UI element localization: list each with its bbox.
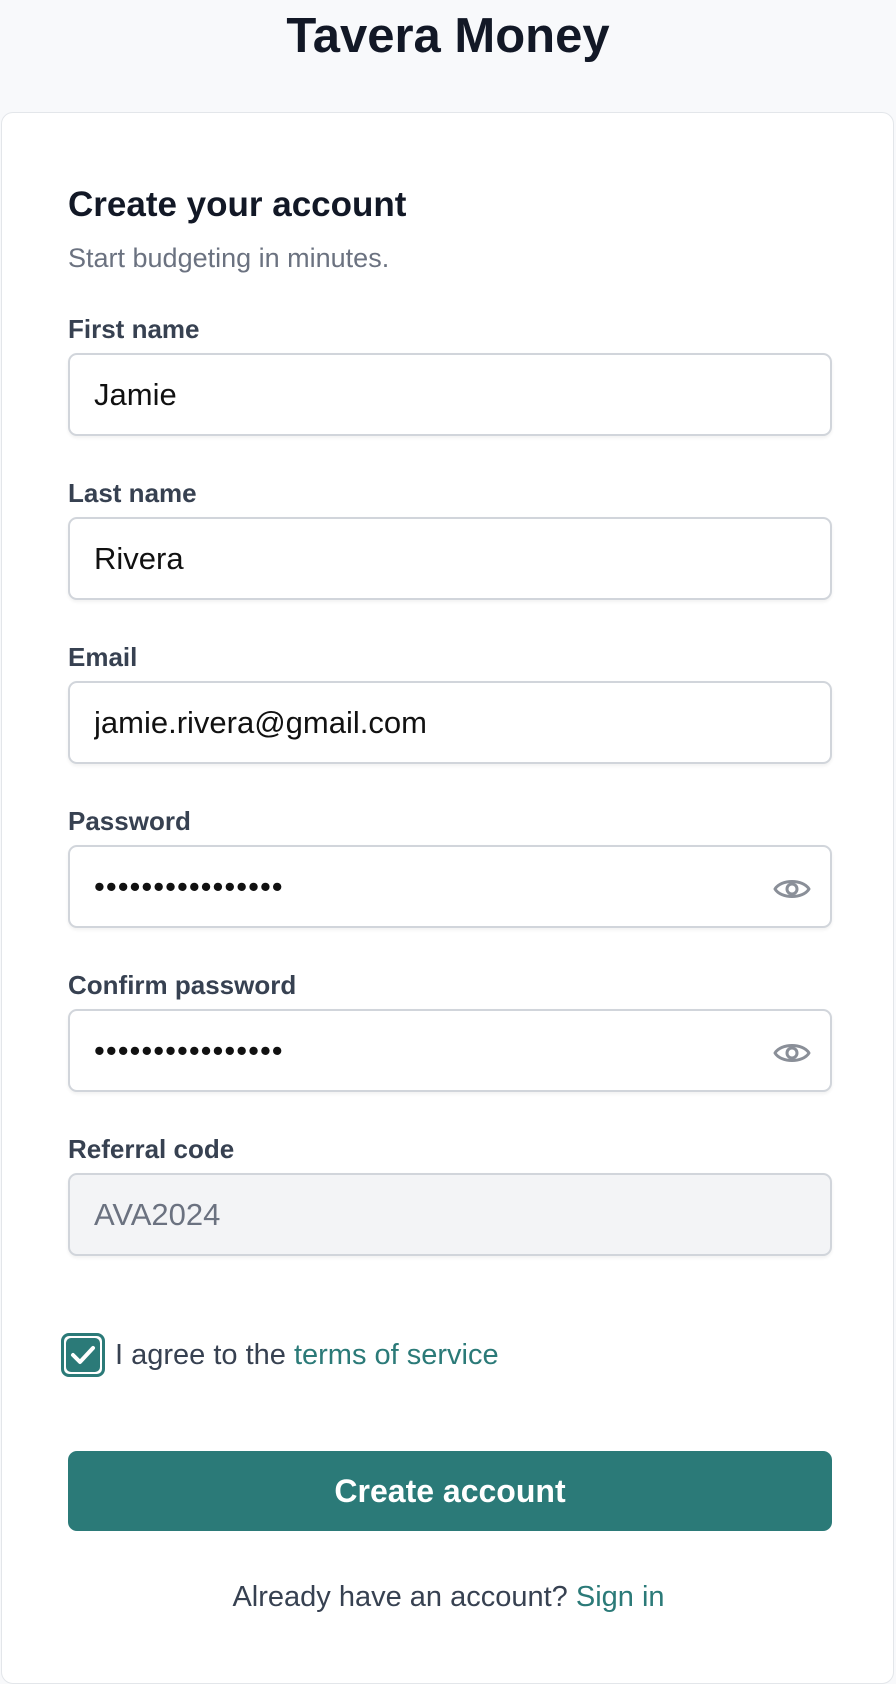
email-label: Email: [68, 642, 138, 672]
terms-of-service-link[interactable]: terms of service: [294, 1339, 499, 1371]
page-subtitle: Start budgeting in minutes.: [68, 243, 390, 273]
first-name-input[interactable]: [68, 353, 832, 436]
page-title: Create your account: [68, 185, 407, 224]
show-confirm-password-toggle[interactable]: [772, 1038, 812, 1068]
confirm-password-label: Confirm password: [68, 970, 297, 1000]
eye-icon[interactable]: [772, 874, 812, 904]
last-name-input[interactable]: [68, 517, 832, 600]
password-input[interactable]: [68, 845, 832, 928]
password-label: Password: [68, 806, 191, 836]
terms-checkbox[interactable]: [61, 1333, 105, 1377]
terms-prefix: I agree to the: [115, 1339, 294, 1371]
show-password-toggle[interactable]: [772, 874, 812, 904]
terms-label: I agree to the terms of service: [115, 1337, 499, 1373]
signup-card: Create your account Start budgeting in m…: [1, 112, 894, 1684]
email-input[interactable]: [68, 681, 832, 764]
checkbox-fill: [66, 1338, 100, 1372]
first-name-label: First name: [68, 314, 200, 344]
referral-code-input: [68, 1173, 832, 1256]
create-account-button[interactable]: Create account: [68, 1451, 832, 1531]
referral-code-label: Referral code: [68, 1134, 235, 1164]
last-name-label: Last name: [68, 478, 197, 508]
confirm-password-input[interactable]: [68, 1009, 832, 1092]
app-title: Tavera Money: [286, 9, 610, 63]
sign-in-prompt: Already have an account? Sign in: [2, 1579, 895, 1615]
eye-icon[interactable]: [772, 1038, 812, 1068]
sign-in-prompt-text: Already have an account?: [232, 1581, 576, 1613]
sign-in-link[interactable]: Sign in: [576, 1581, 665, 1613]
checkmark-icon: [71, 1346, 95, 1364]
